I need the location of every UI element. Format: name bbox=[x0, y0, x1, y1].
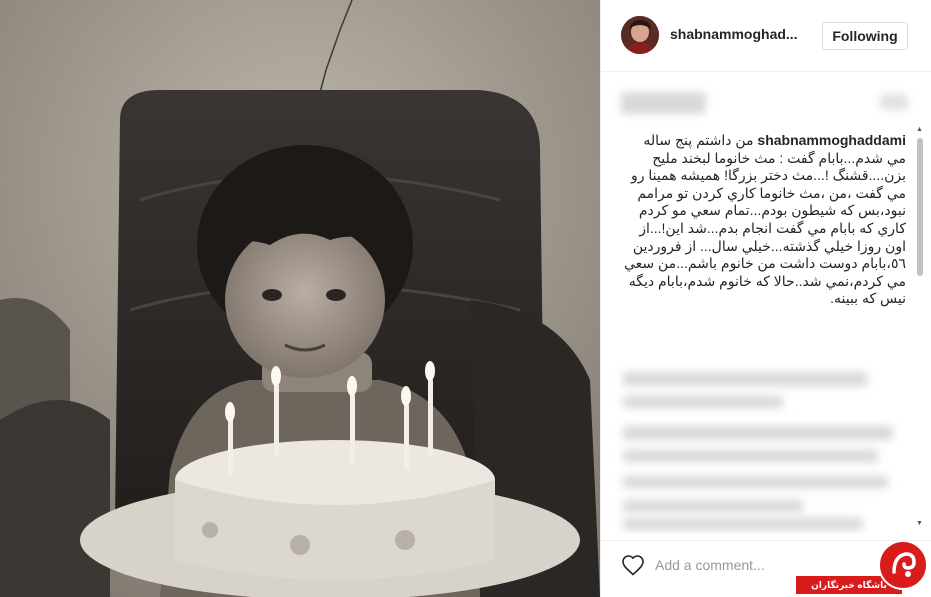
comments-scrollbar[interactable]: ▲ ▼ bbox=[913, 126, 926, 528]
club-logo-mark bbox=[892, 552, 916, 577]
blurred-comment bbox=[623, 518, 863, 530]
caption-text: من داشتم پنج ساله مي شدم...بابام گفت : م… bbox=[623, 132, 906, 307]
post-caption: shabnammoghaddami من داشتم پنج ساله مي ش… bbox=[621, 132, 906, 308]
blurred-comment bbox=[623, 450, 878, 462]
scrollbar-thumb[interactable] bbox=[917, 138, 923, 276]
blurred-comment bbox=[623, 372, 867, 386]
blurred-text bbox=[880, 94, 908, 110]
birthday-photo-illustration bbox=[0, 0, 600, 597]
blurred-location-row bbox=[621, 88, 912, 116]
scroll-down-arrow-icon[interactable]: ▼ bbox=[916, 520, 923, 528]
blurred-comment bbox=[623, 500, 803, 512]
following-button[interactable]: Following bbox=[822, 22, 908, 50]
blurred-comment bbox=[623, 396, 783, 408]
post-photo bbox=[0, 0, 600, 597]
blurred-text bbox=[621, 92, 706, 114]
blurred-comment bbox=[623, 476, 888, 488]
heart-outline-icon[interactable] bbox=[621, 554, 645, 576]
club-logo bbox=[878, 540, 928, 590]
avatar-image bbox=[621, 16, 659, 54]
username-link[interactable]: shabnammoghad... bbox=[670, 26, 798, 42]
comments-list: shabnammoghaddami من داشتم پنج ساله مي ش… bbox=[601, 126, 931, 534]
watermark-badge: باشگاه خبرنگاران bbox=[796, 540, 931, 597]
caption-username[interactable]: shabnammoghaddami bbox=[757, 132, 906, 148]
post-details-panel: shabnammoghad... Following shabnammoghad… bbox=[600, 0, 931, 597]
profile-avatar[interactable] bbox=[621, 16, 659, 54]
blurred-comment bbox=[623, 426, 893, 440]
scroll-up-arrow-icon[interactable]: ▲ bbox=[916, 126, 923, 134]
post-header: shabnammoghad... Following bbox=[601, 0, 931, 72]
